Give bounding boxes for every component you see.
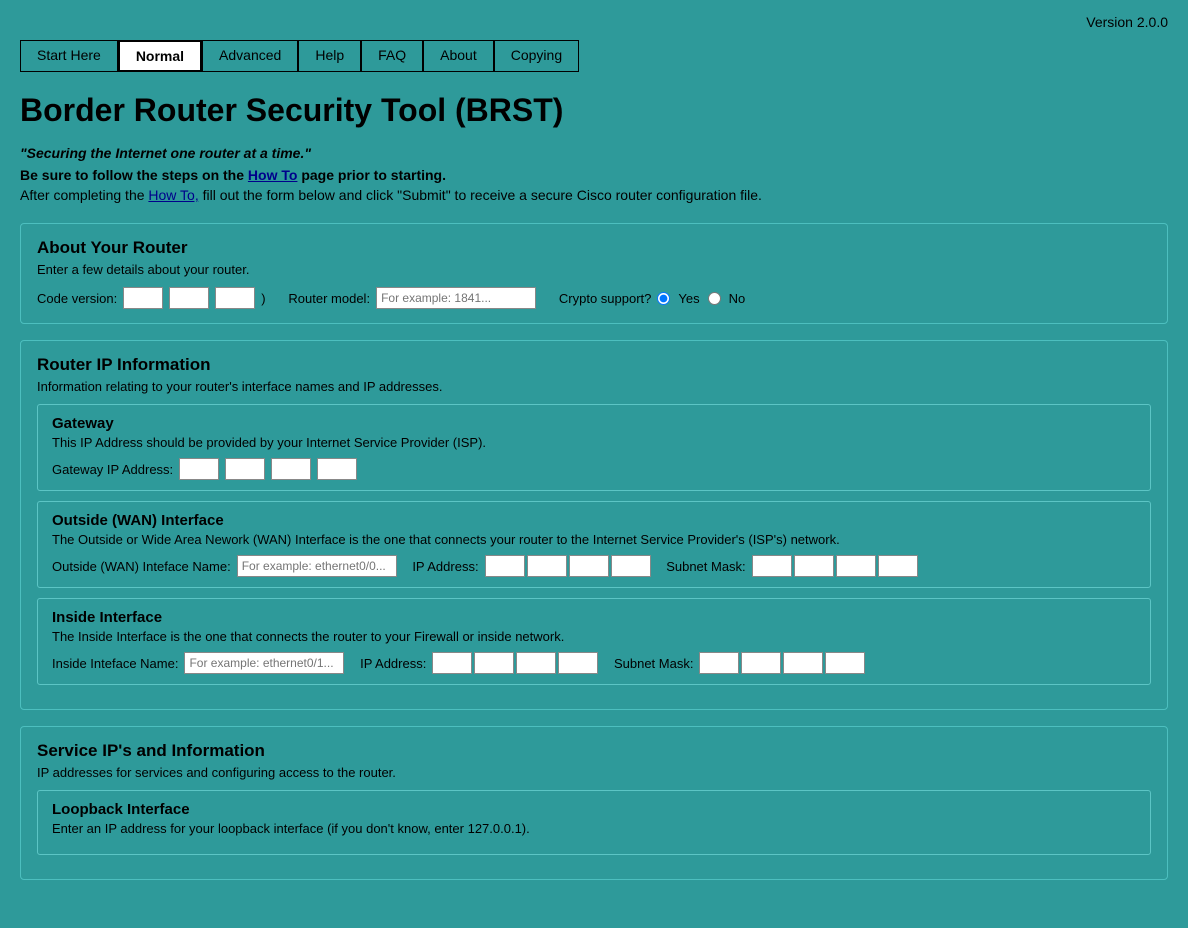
wan-subsection: Outside (WAN) Interface The Outside or W… [37, 501, 1151, 588]
tab-about[interactable]: About [423, 40, 494, 72]
router-ip-section: Router IP Information Information relati… [20, 340, 1168, 710]
about-router-section: About Your Router Enter a few details ab… [20, 223, 1168, 324]
inside-subnet-1[interactable] [699, 652, 739, 674]
inside-subnet-4[interactable] [825, 652, 865, 674]
inside-ip-1[interactable] [432, 652, 472, 674]
wan-title: Outside (WAN) Interface [52, 512, 1136, 529]
crypto-radio-group: Yes No [657, 291, 745, 306]
inside-subnet-3[interactable] [783, 652, 823, 674]
code-version-field-3[interactable] [215, 287, 255, 309]
tab-faq[interactable]: FAQ [361, 40, 423, 72]
inside-ip-label: IP Address: [360, 656, 426, 671]
crypto-no-label: No [729, 291, 746, 306]
code-version-field-1[interactable] [123, 287, 163, 309]
tab-copying[interactable]: Copying [494, 40, 579, 72]
loopback-desc: Enter an IP address for your loopback in… [52, 821, 1136, 836]
instruction-line-2: After completing the How To, fill out th… [20, 187, 1168, 203]
wan-ip-1[interactable] [485, 555, 525, 577]
about-router-title: About Your Router [37, 238, 1151, 258]
inside-name-label: Inside Inteface Name: [52, 656, 178, 671]
gateway-subsection: Gateway This IP Address should be provid… [37, 404, 1151, 491]
how-to-link-1[interactable]: How To [248, 167, 298, 183]
gateway-ip-2[interactable] [225, 458, 265, 480]
crypto-yes-radio[interactable] [657, 292, 670, 305]
router-ip-desc: Information relating to your router's in… [37, 379, 1151, 394]
inside-title: Inside Interface [52, 609, 1136, 626]
inside-subnet-label: Subnet Mask: [614, 656, 694, 671]
tab-advanced[interactable]: Advanced [202, 40, 298, 72]
inside-ip-3[interactable] [516, 652, 556, 674]
wan-form: Outside (WAN) Inteface Name: IP Address:… [52, 555, 1136, 577]
wan-ip-3[interactable] [569, 555, 609, 577]
inside-subnet-group [699, 652, 865, 674]
gateway-ip-4[interactable] [317, 458, 357, 480]
inside-form: Inside Inteface Name: IP Address: Subnet… [52, 652, 1136, 674]
crypto-label: Crypto support? [559, 291, 652, 306]
inside-ip-2[interactable] [474, 652, 514, 674]
wan-ip-label: IP Address: [412, 559, 478, 574]
paren-close: ) [261, 291, 265, 306]
router-model-label: Router model: [288, 291, 370, 306]
gateway-desc: This IP Address should be provided by yo… [52, 435, 1136, 450]
loopback-subsection: Loopback Interface Enter an IP address f… [37, 790, 1151, 855]
tab-help[interactable]: Help [298, 40, 361, 72]
inside-subsection: Inside Interface The Inside Interface is… [37, 598, 1151, 685]
service-ips-desc: IP addresses for services and configurin… [37, 765, 1151, 780]
inside-subnet-2[interactable] [741, 652, 781, 674]
page-title: Border Router Security Tool (BRST) [20, 92, 1168, 129]
gateway-ip-group [179, 458, 357, 480]
gateway-ip-3[interactable] [271, 458, 311, 480]
tab-start-here[interactable]: Start Here [20, 40, 118, 72]
gateway-form: Gateway IP Address: [52, 458, 1136, 480]
tagline: "Securing the Internet one router at a t… [20, 145, 1168, 161]
wan-ip-group [485, 555, 651, 577]
router-model-input[interactable] [376, 287, 536, 309]
instruction-line-1: Be sure to follow the steps on the How T… [20, 167, 1168, 183]
service-ips-section: Service IP's and Information IP addresse… [20, 726, 1168, 880]
wan-subnet-1[interactable] [752, 555, 792, 577]
about-router-desc: Enter a few details about your router. [37, 262, 1151, 277]
router-ip-title: Router IP Information [37, 355, 1151, 375]
crypto-yes-label: Yes [678, 291, 699, 306]
inside-desc: The Inside Interface is the one that con… [52, 629, 1136, 644]
gateway-ip-1[interactable] [179, 458, 219, 480]
wan-name-input[interactable] [237, 555, 397, 577]
gateway-title: Gateway [52, 415, 1136, 432]
how-to-link-2[interactable]: How To, [148, 187, 198, 203]
wan-subnet-4[interactable] [878, 555, 918, 577]
inside-ip-group [432, 652, 598, 674]
wan-name-label: Outside (WAN) Inteface Name: [52, 559, 231, 574]
service-ips-title: Service IP's and Information [37, 741, 1151, 761]
wan-desc: The Outside or Wide Area Nework (WAN) In… [52, 532, 1136, 547]
version-label: Version 2.0.0 [20, 14, 1168, 30]
wan-ip-4[interactable] [611, 555, 651, 577]
crypto-no-radio[interactable] [708, 292, 721, 305]
tab-normal[interactable]: Normal [118, 40, 202, 72]
wan-ip-2[interactable] [527, 555, 567, 577]
wan-subnet-2[interactable] [794, 555, 834, 577]
tab-bar: Start Here Normal Advanced Help FAQ Abou… [20, 40, 1168, 72]
gateway-ip-label: Gateway IP Address: [52, 462, 173, 477]
wan-subnet-label: Subnet Mask: [666, 559, 746, 574]
about-router-form: Code version: ) Router model: Crypto sup… [37, 287, 1151, 309]
inside-name-input[interactable] [184, 652, 344, 674]
wan-subnet-3[interactable] [836, 555, 876, 577]
loopback-title: Loopback Interface [52, 801, 1136, 818]
code-version-field-2[interactable] [169, 287, 209, 309]
inside-ip-4[interactable] [558, 652, 598, 674]
wan-subnet-group [752, 555, 918, 577]
code-version-label: Code version: [37, 291, 117, 306]
